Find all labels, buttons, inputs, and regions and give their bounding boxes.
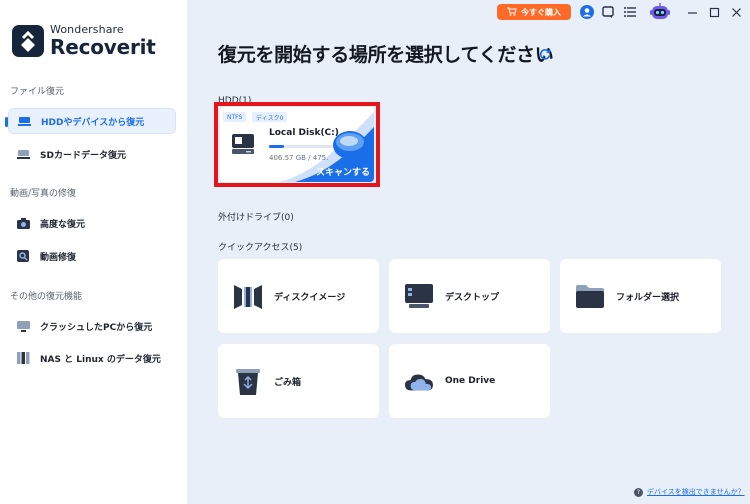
sidebar-item-label: 動画修復 bbox=[40, 252, 77, 263]
buy-now-button[interactable]: 今すぐ購入 bbox=[497, 4, 571, 20]
feedback-icon[interactable] bbox=[599, 3, 617, 21]
camera-icon bbox=[16, 217, 30, 229]
minimize-icon[interactable] bbox=[683, 3, 701, 21]
maximize-icon[interactable] bbox=[705, 3, 723, 21]
quick-access-section-label: クイックアクセス(5) bbox=[218, 243, 303, 253]
robot-assistant-icon[interactable] bbox=[648, 0, 672, 24]
folder-icon bbox=[576, 282, 604, 310]
sidebar-item-label: NAS と Linux のデータ復元 bbox=[40, 354, 161, 365]
disk-usage-fill bbox=[269, 145, 284, 148]
quick-access-desktop[interactable]: デスクトップ bbox=[389, 259, 550, 333]
section-title-file-recovery: ファイル復元 bbox=[10, 87, 65, 97]
sidebar-item-crashed-pc[interactable]: クラッシュしたPCから復元 bbox=[8, 313, 176, 339]
scan-disk-icon bbox=[332, 129, 372, 165]
help-icon: ? bbox=[634, 487, 643, 497]
external-drive-section-label: 外付けドライブ(0) bbox=[218, 213, 294, 223]
quick-access-label: ディスクイメージ bbox=[274, 292, 346, 303]
quick-access-label: One Drive bbox=[445, 376, 496, 386]
quick-access-recycle-bin[interactable]: ごみ箱 bbox=[218, 344, 379, 418]
help-link-label: デバイスを検出できませんか？ bbox=[647, 488, 745, 496]
monitor-icon bbox=[16, 320, 30, 332]
nas-icon bbox=[16, 352, 30, 364]
scan-button[interactable]: スキャンする bbox=[316, 165, 370, 178]
sidebar-item-label: HDDやデバイスから復元 bbox=[41, 117, 145, 128]
sd-card-icon bbox=[16, 148, 30, 160]
sidebar-item-label: クラッシュしたPCから復元 bbox=[40, 322, 153, 333]
quick-access-folder[interactable]: フォルダー選択 bbox=[560, 259, 721, 333]
brand-title: Recoverit bbox=[50, 35, 156, 59]
disk-name: Local Disk(C:) bbox=[269, 128, 339, 138]
device-not-found-link[interactable]: ? デバイスを検出できませんか？ bbox=[634, 487, 745, 497]
sidebar: Wondershare Recoverit ファイル復元 HDDやデバイスから復… bbox=[0, 0, 187, 504]
sidebar-item-label: SDカードデータ復元 bbox=[40, 150, 126, 161]
disk-size: 406.57 GB / 475. bbox=[269, 154, 329, 162]
sidebar-item-video-repair[interactable]: 動画修復 bbox=[8, 243, 176, 269]
hdd-section-label: HDD(1) bbox=[218, 96, 252, 106]
quick-access-disk-image[interactable]: ディスクイメージ bbox=[218, 259, 379, 333]
menu-icon[interactable] bbox=[621, 3, 639, 21]
desktop-icon bbox=[405, 282, 433, 310]
filesystem-tag: NTFS bbox=[223, 112, 247, 122]
quick-access-label: ごみ箱 bbox=[274, 377, 302, 388]
recoverit-logo-icon bbox=[12, 24, 44, 57]
recycle-bin-icon bbox=[234, 367, 262, 395]
close-icon[interactable] bbox=[727, 3, 745, 21]
disk-card-local-c[interactable]: NTFS ディスク0 Local Disk(C:) 406.57 GB / 47… bbox=[220, 107, 374, 182]
video-repair-icon bbox=[16, 250, 30, 262]
section-title-repair: 動画/写真の修復 bbox=[10, 189, 77, 199]
disk-index-tag: ディスク0 bbox=[252, 112, 288, 122]
quick-access-label: デスクトップ bbox=[445, 292, 500, 303]
quick-access-label: フォルダー選択 bbox=[616, 292, 680, 303]
account-icon[interactable] bbox=[578, 3, 596, 21]
page-title: 復元を開始する場所を選択してください bbox=[218, 44, 554, 66]
sidebar-item-advanced-recovery[interactable]: 高度な復元 bbox=[8, 210, 176, 236]
app-logo: Wondershare Recoverit bbox=[12, 24, 156, 57]
section-title-other: その他の復元機能 bbox=[10, 292, 83, 302]
quick-access-onedrive[interactable]: One Drive bbox=[389, 344, 550, 418]
hard-drive-icon bbox=[232, 134, 254, 158]
sidebar-item-sd-card[interactable]: SDカードデータ復元 bbox=[8, 141, 176, 167]
onedrive-icon bbox=[405, 367, 433, 395]
cart-icon bbox=[507, 7, 517, 18]
brand-subtitle: Wondershare bbox=[50, 23, 124, 36]
sidebar-item-hdd-recovery[interactable]: HDDやデバイスから復元 bbox=[8, 108, 176, 134]
sidebar-item-label: 高度な復元 bbox=[40, 219, 86, 230]
sidebar-item-nas-linux[interactable]: NAS と Linux のデータ復元 bbox=[8, 345, 176, 371]
refresh-icon[interactable] bbox=[538, 46, 552, 60]
buy-now-label: 今すぐ購入 bbox=[521, 7, 561, 17]
hdd-icon bbox=[17, 115, 31, 127]
disk-image-icon bbox=[234, 282, 262, 310]
disk-usage-bar bbox=[269, 145, 337, 148]
